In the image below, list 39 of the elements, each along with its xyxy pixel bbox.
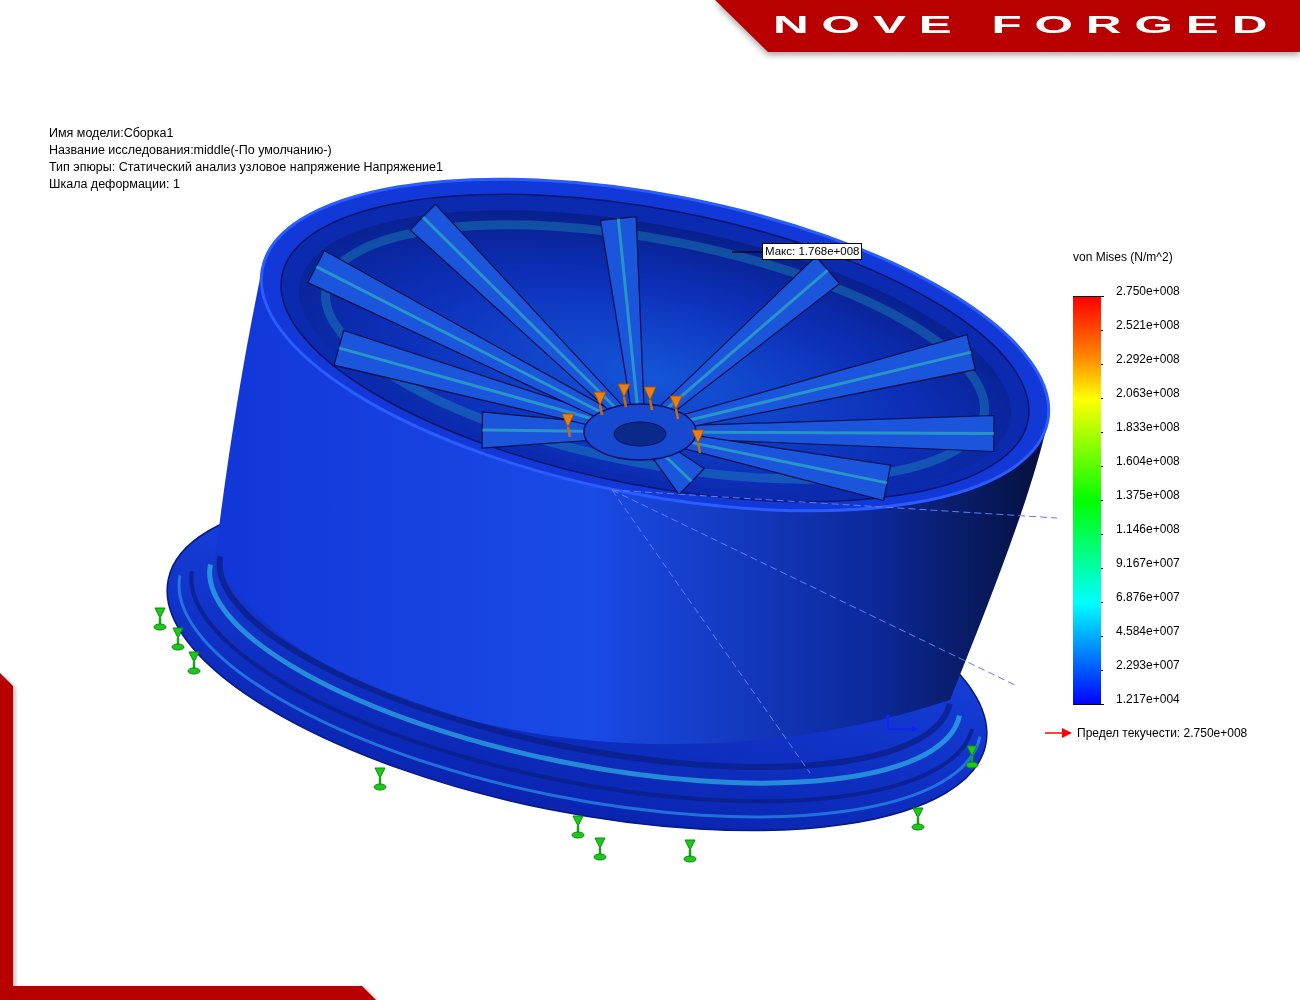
- fixture-icon: [153, 607, 167, 631]
- axis-triad-icon: [885, 713, 918, 732]
- plot-info-text: Имя модели:Сборка1: [49, 125, 174, 142]
- fixture-icon: [593, 837, 607, 861]
- scale-value-label: 2.750e+008: [1116, 283, 1180, 299]
- legend-title: von Mises (N/m^2): [1073, 249, 1173, 265]
- force-arrow-icon: [669, 395, 683, 420]
- scale-value-label: 9.167e+007: [1116, 555, 1180, 571]
- max-leader-line: [731, 251, 763, 253]
- scale-value-label: 1.375e+008: [1116, 487, 1180, 503]
- scale-value-label: 1.833e+008: [1116, 419, 1180, 435]
- scale-value-label: 2.063e+008: [1116, 385, 1180, 401]
- scale-value-label: 1.146e+008: [1116, 521, 1180, 537]
- fixture-icon: [911, 807, 925, 831]
- scale-value-label: 6.876e+007: [1116, 589, 1180, 605]
- plot-info-text: Название исследования:middle(-По умолчанию-): [49, 142, 332, 159]
- plot-info-text: Тип эпюры: Статический анализ узловое напряжение Напряжение1: [49, 159, 443, 176]
- scale-value-label: 2.293e+007: [1116, 657, 1180, 673]
- fixture-icon: [171, 627, 185, 651]
- scale-value-label: 1.217e+004: [1116, 691, 1180, 707]
- fixture-icon: [965, 745, 979, 769]
- scale-value-label: 1.604e+008: [1116, 453, 1180, 469]
- arrow-icon: [1045, 728, 1072, 738]
- force-arrow-icon: [617, 383, 631, 408]
- fixture-icon: [571, 815, 585, 839]
- fixture-icon: [373, 767, 387, 791]
- brand-logo: NOVE FORGED: [773, 15, 1281, 35]
- scale-value-label: 4.584e+007: [1116, 623, 1180, 639]
- force-arrow-icon: [643, 386, 657, 411]
- force-arrow-icon: [593, 391, 607, 416]
- force-arrow-icon: [691, 429, 705, 454]
- yield-strength-label: Предел текучести: 2.750e+008: [1077, 725, 1248, 741]
- fixture-icon: [683, 839, 697, 863]
- plot-info-text: Шкала деформации: 1: [49, 176, 180, 193]
- scale-value-label: 2.521e+008: [1116, 317, 1180, 333]
- max-value-label: Макс: 1.768e+008: [762, 243, 863, 260]
- force-arrow-icon: [561, 413, 575, 438]
- fixture-icon: [187, 651, 201, 675]
- scale-value-label: 2.292e+008: [1116, 351, 1180, 367]
